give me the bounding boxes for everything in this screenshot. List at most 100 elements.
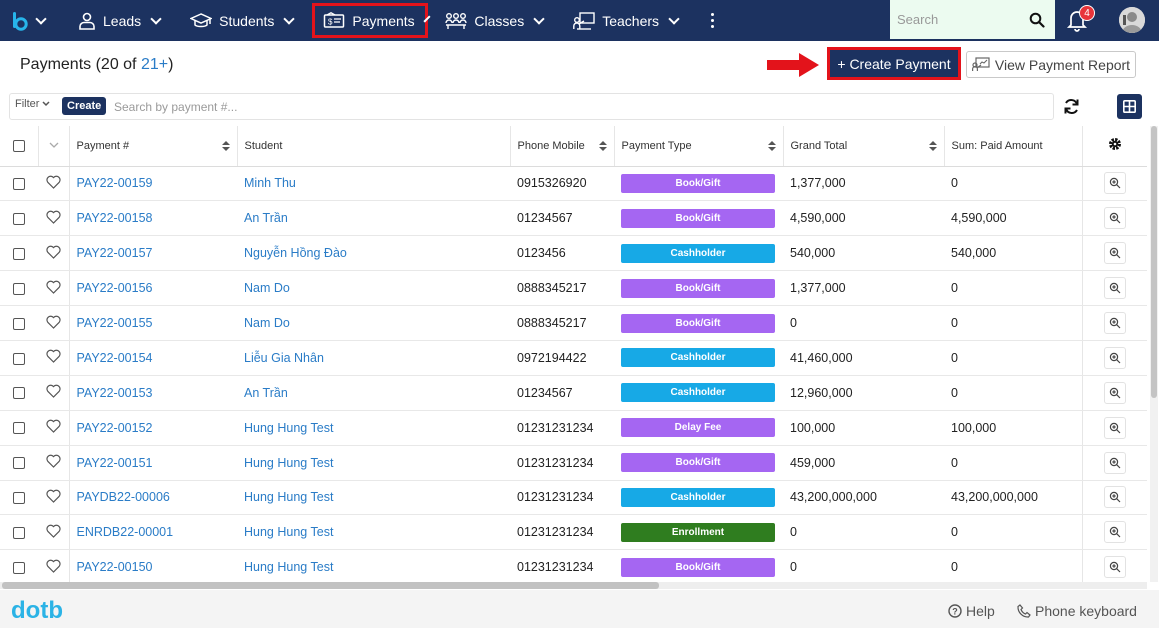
payment-number-link[interactable]: PAY22-00157 bbox=[77, 246, 153, 260]
student-link[interactable]: Liễu Gia Nhân bbox=[244, 351, 324, 365]
heart-icon[interactable] bbox=[46, 419, 61, 434]
avatar[interactable] bbox=[1119, 7, 1145, 33]
student-link[interactable]: Hung Hung Test bbox=[244, 456, 333, 470]
quick-view-button[interactable] bbox=[1103, 381, 1126, 404]
column-header-paid-amount[interactable]: Sum: Paid Amount bbox=[944, 126, 1083, 167]
grid-view-button[interactable] bbox=[1117, 94, 1142, 119]
student-link[interactable]: An Trần bbox=[244, 211, 288, 225]
view-payment-report-button[interactable]: View Payment Report bbox=[966, 51, 1136, 78]
column-header-student[interactable]: Student bbox=[237, 126, 511, 167]
row-checkbox[interactable] bbox=[13, 213, 25, 226]
quick-view-button[interactable] bbox=[1103, 556, 1126, 579]
student-link[interactable]: Nguyễn Hồng Đào bbox=[244, 246, 347, 260]
select-all-checkbox[interactable] bbox=[12, 139, 25, 152]
scroll-thumb[interactable] bbox=[1151, 126, 1157, 398]
payment-number-link[interactable]: PAY22-00152 bbox=[77, 421, 153, 435]
bulk-actions-header[interactable] bbox=[38, 126, 70, 167]
scroll-thumb[interactable] bbox=[2, 582, 659, 589]
row-checkbox[interactable] bbox=[13, 457, 25, 470]
column-header-label: Student bbox=[244, 139, 283, 152]
payment-number-link[interactable]: PAY22-00158 bbox=[77, 211, 153, 225]
row-checkbox[interactable] bbox=[13, 247, 25, 260]
row-checkbox[interactable] bbox=[13, 422, 25, 435]
nav-teachers[interactable]: Teachers bbox=[559, 0, 694, 41]
student-link[interactable]: Hung Hung Test bbox=[244, 525, 333, 539]
student-link[interactable]: Hung Hung Test bbox=[244, 421, 333, 435]
student-link[interactable]: Hung Hung Test bbox=[244, 560, 333, 574]
app-menu-button[interactable] bbox=[0, 0, 58, 41]
vertical-scrollbar[interactable] bbox=[1150, 126, 1158, 582]
heart-icon[interactable] bbox=[46, 280, 61, 294]
heart-icon[interactable] bbox=[46, 175, 61, 189]
total-count-link[interactable]: 21+ bbox=[141, 56, 168, 73]
search-icon[interactable] bbox=[1029, 12, 1045, 28]
phone-keyboard-link[interactable]: Phone keyboard bbox=[1017, 603, 1137, 619]
quick-view-button[interactable] bbox=[1103, 451, 1126, 474]
column-header-payment[interactable]: Payment # bbox=[69, 126, 238, 167]
quick-view-button[interactable] bbox=[1103, 242, 1126, 265]
row-checkbox[interactable] bbox=[13, 352, 25, 365]
payment-number-link[interactable]: PAY22-00150 bbox=[77, 560, 153, 574]
payment-number-link[interactable]: PAY22-00159 bbox=[77, 176, 153, 190]
heart-icon[interactable] bbox=[46, 454, 61, 468]
payment-search-input[interactable] bbox=[114, 96, 714, 117]
payment-number-link[interactable]: PAY22-00154 bbox=[77, 351, 153, 365]
row-checkbox[interactable] bbox=[13, 282, 25, 295]
column-header-payment-type[interactable]: Payment Type bbox=[614, 126, 784, 167]
heart-icon[interactable] bbox=[46, 384, 61, 399]
row-checkbox[interactable] bbox=[13, 492, 25, 505]
quick-view-button[interactable] bbox=[1103, 416, 1126, 439]
select-all-header bbox=[0, 126, 39, 167]
horizontal-scrollbar[interactable] bbox=[0, 582, 1147, 589]
phone-cell: 01231231234 bbox=[510, 514, 614, 551]
payment-number-link[interactable]: PAY22-00155 bbox=[77, 316, 153, 330]
column-header-grand-total[interactable]: Grand Total bbox=[783, 126, 945, 167]
heart-icon[interactable] bbox=[46, 559, 61, 573]
heart-icon[interactable] bbox=[46, 489, 61, 503]
filter-dropdown[interactable]: Filter bbox=[15, 98, 50, 110]
heart-icon[interactable] bbox=[46, 210, 61, 224]
nav-leads[interactable]: Leads bbox=[64, 0, 176, 41]
action-cell bbox=[1081, 200, 1147, 237]
quick-view-button[interactable] bbox=[1103, 346, 1126, 369]
quick-view-button[interactable] bbox=[1103, 207, 1126, 230]
zoom-in-icon bbox=[1109, 317, 1121, 329]
heart-icon[interactable] bbox=[46, 524, 61, 538]
payment-number-link[interactable]: PAY22-00151 bbox=[77, 456, 153, 470]
create-payment-button[interactable]: + Create Payment bbox=[827, 47, 961, 80]
column-settings-header[interactable] bbox=[1081, 126, 1147, 167]
create-filter-button[interactable]: Create bbox=[62, 97, 107, 115]
nav-classes[interactable]: Classes bbox=[431, 0, 559, 41]
help-link[interactable]: ? Help bbox=[948, 603, 995, 619]
quick-view-button[interactable] bbox=[1103, 312, 1126, 334]
nav-payments[interactable]: $ Payments bbox=[309, 0, 432, 41]
row-checkbox[interactable] bbox=[13, 387, 25, 400]
student-link[interactable]: Nam Do bbox=[244, 316, 290, 330]
refresh-button[interactable] bbox=[1058, 93, 1085, 120]
quick-view-button[interactable] bbox=[1103, 486, 1126, 509]
heart-icon[interactable] bbox=[46, 315, 61, 329]
quick-view-button[interactable] bbox=[1103, 277, 1126, 300]
student-link[interactable]: Hung Hung Test bbox=[244, 490, 333, 504]
payment-number-link[interactable]: PAYDB22-00006 bbox=[77, 490, 170, 504]
heart-icon[interactable] bbox=[46, 349, 61, 364]
student-link[interactable]: An Trần bbox=[244, 386, 288, 400]
row-checkbox[interactable] bbox=[13, 317, 25, 330]
student-cell: Nguyễn Hồng Đào bbox=[237, 235, 510, 272]
help-icon: ? bbox=[948, 604, 962, 618]
column-header-phone[interactable]: Phone Mobile bbox=[510, 126, 615, 167]
heart-icon[interactable] bbox=[46, 245, 61, 259]
student-link[interactable]: Minh Thu bbox=[244, 176, 296, 190]
payment-number-link[interactable]: PAY22-00153 bbox=[77, 386, 153, 400]
student-link[interactable]: Nam Do bbox=[244, 281, 290, 295]
more-menu-button[interactable] bbox=[694, 0, 730, 41]
row-checkbox[interactable] bbox=[13, 527, 25, 540]
quick-view-button[interactable] bbox=[1103, 172, 1126, 195]
quick-view-button[interactable] bbox=[1103, 521, 1126, 544]
row-checkbox[interactable] bbox=[13, 178, 25, 191]
nav-students[interactable]: Students bbox=[176, 0, 309, 41]
row-checkbox[interactable] bbox=[13, 561, 25, 574]
payment-number-link[interactable]: PAY22-00156 bbox=[77, 281, 153, 295]
payment-number-link[interactable]: ENRDB22-00001 bbox=[77, 525, 174, 539]
global-search-input[interactable] bbox=[890, 4, 1020, 35]
